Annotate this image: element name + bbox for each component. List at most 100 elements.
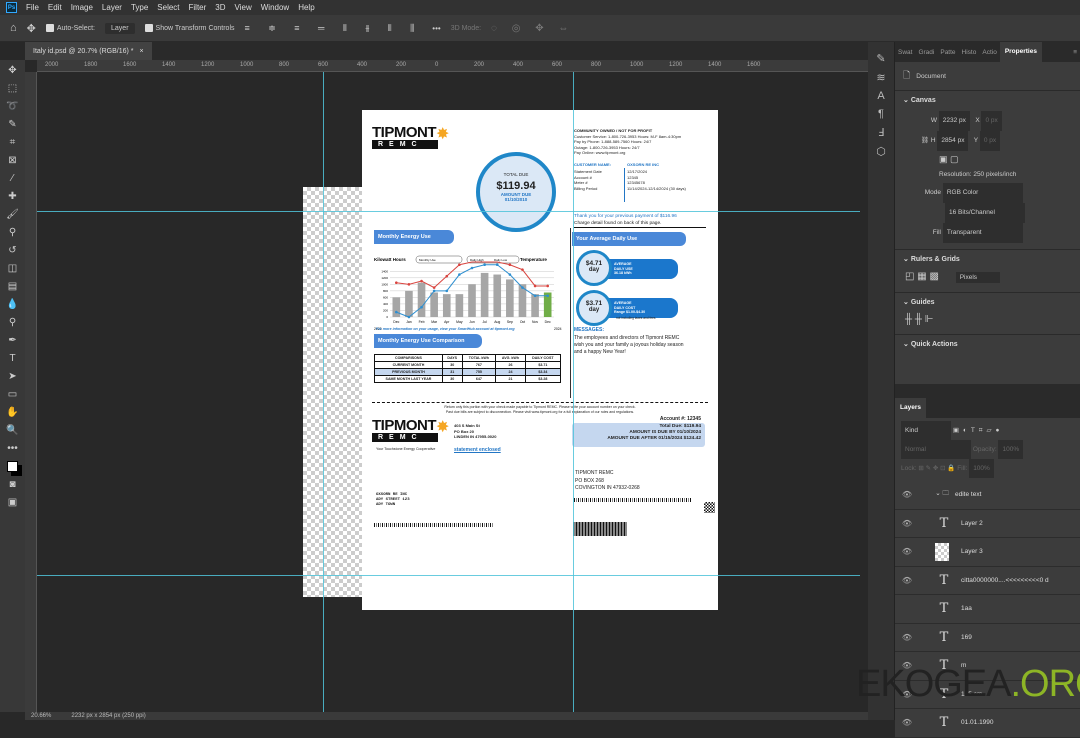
tab-layers[interactable]: Layers [895, 398, 926, 418]
gradient-tool-icon[interactable]: ▤ [5, 279, 21, 294]
tab-actions[interactable]: Actio [979, 49, 999, 56]
tab-properties[interactable]: Properties [999, 42, 1042, 62]
tab-patterns[interactable]: Patte [937, 49, 958, 56]
guide-vertical[interactable] [573, 72, 574, 712]
brushes-icon[interactable]: ≋ [876, 71, 885, 84]
3d-icon[interactable]: ⬡ [876, 145, 886, 158]
tab-gradients[interactable]: Gradi [915, 49, 937, 56]
frame-tool-icon[interactable]: ⊠ [5, 153, 21, 168]
visibility-eye-icon[interactable]: 👁 [895, 490, 919, 499]
mode-dropdown[interactable]: RGB Color [942, 183, 1023, 203]
canvas-area[interactable]: TIPMONT REMC ✸ COMMUNITY OWNED / NOT FOR… [37, 72, 860, 712]
show-transform-checkbox[interactable]: Show Transform Controls [144, 24, 235, 32]
menu-view[interactable]: View [235, 3, 252, 12]
guide-horizontal[interactable] [37, 575, 860, 576]
link-icon[interactable]: ⛓ [909, 133, 929, 149]
units-dropdown[interactable]: Pixels [955, 272, 1000, 283]
color-swatches-icon[interactable] [5, 459, 21, 474]
move-tool-icon[interactable]: ✥ [5, 63, 21, 78]
landscape-orientation-icon[interactable]: ▢ [950, 154, 959, 164]
visibility-eye-icon[interactable]: 👁 [895, 633, 919, 642]
menu-type[interactable]: Type [131, 3, 148, 12]
brush-tool-icon[interactable]: 🖌 [5, 207, 21, 222]
brush-settings-icon[interactable]: ✎ [876, 52, 885, 65]
marquee-tool-icon[interactable]: ⬚ [5, 81, 21, 96]
ruler-icon[interactable]: ◰ [905, 271, 914, 282]
layer-row[interactable]: 👁 ⌄ 🗀 edite text [895, 481, 1080, 510]
y-field[interactable]: 0 px [979, 131, 1001, 151]
healing-tool-icon[interactable]: ✚ [5, 189, 21, 204]
menu-window[interactable]: Window [261, 3, 289, 12]
height-field[interactable]: 2854 px [937, 131, 969, 151]
quick-mask-icon[interactable]: ◙ [5, 477, 21, 492]
move-tool-icon[interactable]: ✥ [27, 22, 36, 35]
close-tab-icon[interactable]: × [139, 48, 143, 55]
layer-row[interactable]: 👁 Layer 3 [895, 538, 1080, 567]
more-tools-icon[interactable]: ••• [5, 441, 21, 456]
lasso-tool-icon[interactable]: ➰ [5, 99, 21, 114]
fill-dropdown[interactable]: Transparent [942, 223, 1023, 243]
width-field[interactable]: 2232 px [938, 111, 970, 131]
glyphs-icon[interactable]: Ⅎ [878, 126, 884, 139]
shape-tool-icon[interactable]: ▭ [5, 387, 21, 402]
eyedropper-tool-icon[interactable]: ⁄ [5, 171, 21, 186]
more-options-button[interactable]: ••• [432, 24, 440, 33]
visibility-eye-icon[interactable]: 👁 [895, 547, 919, 556]
menu-3d[interactable]: 3D [215, 3, 225, 12]
history-brush-icon[interactable]: ↺ [5, 243, 21, 258]
blur-tool-icon[interactable]: 💧 [5, 297, 21, 312]
blend-mode-dropdown[interactable]: Normal [901, 440, 971, 459]
menu-help[interactable]: Help [298, 3, 314, 12]
path-select-tool-icon[interactable]: ➤ [5, 369, 21, 384]
guide-horizontal[interactable] [37, 211, 860, 212]
layer-row[interactable]: 👁 T 01.01.1990 [895, 709, 1080, 738]
opacity-field[interactable]: 100% [998, 440, 1024, 459]
canvas-section[interactable]: ⌄ Canvas [895, 90, 1080, 109]
fill-field[interactable]: 100% [969, 459, 994, 478]
quick-actions-section[interactable]: ⌄ Quick Actions [895, 334, 1080, 353]
new-guide-icon[interactable]: ╫ [915, 314, 922, 325]
guide-vertical[interactable] [323, 72, 324, 712]
align-icons[interactable]: ≡ ≑ ≡ ═ ⫴ ⫵ ⫴ ⫼ [245, 23, 423, 34]
guide-layout-icon[interactable]: ╫ [905, 314, 912, 325]
portrait-orientation-icon[interactable]: ▣ [939, 154, 948, 164]
layer-row[interactable]: T 1aa [895, 595, 1080, 624]
bit-depth-dropdown[interactable]: 16 Bits/Channel [945, 203, 1025, 223]
filter-kind-dropdown[interactable]: Kind [901, 421, 951, 440]
grid-icon[interactable]: ▦ [917, 271, 926, 282]
layer-row[interactable]: 👁 T 169 [895, 623, 1080, 652]
pixel-grid-icon[interactable]: ▩ [929, 271, 938, 282]
x-field[interactable]: 0 px [981, 111, 1002, 131]
home-icon[interactable]: ⌂ [10, 22, 17, 34]
zoom-tool-icon[interactable]: 🔍 [5, 423, 21, 438]
layer-row[interactable]: 👁 Tcitta0000000....<<<<<<<<<0 d [895, 566, 1080, 595]
stamp-tool-icon[interactable]: ⚲ [5, 225, 21, 240]
auto-select-dropdown[interactable]: Layer [105, 22, 135, 34]
layer-row[interactable]: 👁 T Layer 2 [895, 509, 1080, 538]
panel-menu-icon[interactable]: ≡ [1070, 49, 1080, 56]
character-icon[interactable]: A [877, 90, 884, 102]
layer-filter-icons[interactable]: ▣◐T⌗▱● [953, 427, 1004, 434]
visibility-eye-icon[interactable]: 👁 [895, 519, 919, 528]
rulers-grids-section[interactable]: ⌄ Rulers & Grids [895, 249, 1080, 268]
auto-select-checkbox[interactable]: Auto-Select: [45, 24, 95, 32]
menu-filter[interactable]: Filter [189, 3, 207, 12]
tab-swatches[interactable]: Swat [895, 49, 915, 56]
zoom-level[interactable]: 20.66% [31, 713, 51, 719]
dodge-tool-icon[interactable]: ⚲ [5, 315, 21, 330]
eraser-tool-icon[interactable]: ◫ [5, 261, 21, 276]
visibility-eye-icon[interactable]: 👁 [895, 576, 919, 585]
menu-select[interactable]: Select [157, 3, 179, 12]
type-tool-icon[interactable]: T [5, 351, 21, 366]
menu-file[interactable]: File [26, 3, 39, 12]
menu-image[interactable]: Image [71, 3, 93, 12]
screen-mode-icon[interactable]: ▣ [5, 495, 21, 510]
crop-tool-icon[interactable]: ⌗ [5, 135, 21, 150]
menu-edit[interactable]: Edit [48, 3, 62, 12]
paragraph-icon[interactable]: ¶ [878, 108, 884, 120]
guides-section[interactable]: ⌄ Guides [895, 292, 1080, 311]
tab-history[interactable]: Histo [959, 49, 980, 56]
3d-tools-icons[interactable]: ◌ ◎ ✥ ⇔ [491, 23, 574, 34]
guides-from-shape-icon[interactable]: ⊩ [925, 314, 934, 325]
quick-select-tool-icon[interactable]: ✎ [5, 117, 21, 132]
